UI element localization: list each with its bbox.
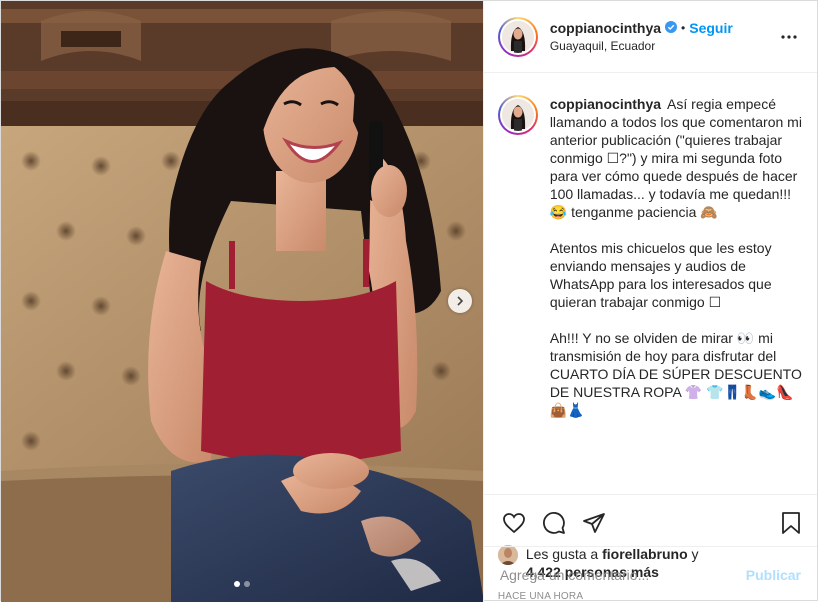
save-button[interactable]	[775, 507, 807, 539]
caption-section: coppianocinthya Así regia empecé llamando…	[484, 73, 817, 494]
caption-avatar[interactable]	[497, 95, 538, 135]
comment-icon	[542, 512, 565, 534]
comment-button[interactable]	[538, 507, 570, 539]
comment-form: Publicar	[483, 546, 817, 602]
username-link[interactable]: coppianocinthya	[550, 20, 661, 36]
carousel-dot-active	[233, 581, 240, 587]
caption-paragraph-3: Ah!!! Y no se olviden de mirar 👀 mi tran…	[549, 330, 806, 418]
woman-on-sofa-photo	[1, 1, 483, 602]
comment-input[interactable]	[499, 566, 746, 583]
caption-username-link[interactable]: coppianocinthya	[550, 96, 661, 112]
caption-paragraph-1: Así regia empecé llamando a todos los qu…	[549, 96, 806, 220]
more-options-button[interactable]	[777, 25, 801, 49]
carousel-indicator	[1, 581, 483, 587]
carousel-dot	[243, 581, 250, 587]
caption-text: coppianocinthya Así regia empecé llamando…	[550, 95, 803, 494]
profile-picture	[501, 99, 534, 131]
like-button[interactable]	[498, 507, 530, 539]
follow-button[interactable]: Seguir	[689, 20, 733, 36]
profile-picture	[501, 20, 534, 53]
separator-dot: •	[681, 21, 686, 35]
more-options-icon	[781, 34, 797, 39]
heart-icon	[502, 513, 525, 534]
location-link[interactable]: Guayaquil, Ecuador	[550, 39, 777, 53]
share-button[interactable]	[578, 507, 610, 539]
caption-paragraph-2: Atentos mis chicuelos que les estoy envi…	[549, 240, 776, 310]
chevron-right-icon	[457, 296, 464, 306]
publish-button[interactable]: Publicar	[746, 567, 801, 583]
post-photo[interactable]	[1, 1, 483, 602]
verified-badge-icon	[665, 20, 678, 36]
post-details-panel: coppianocinthya • Seguir Guayaquil, Ecua…	[482, 1, 817, 602]
post-container: coppianocinthya • Seguir Guayaquil, Ecua…	[0, 0, 818, 602]
bookmark-icon	[782, 512, 800, 534]
carousel-next-button[interactable]	[448, 289, 472, 313]
post-header: coppianocinthya • Seguir Guayaquil, Ecua…	[483, 1, 817, 73]
avatar[interactable]	[497, 16, 538, 57]
share-icon	[582, 513, 605, 533]
